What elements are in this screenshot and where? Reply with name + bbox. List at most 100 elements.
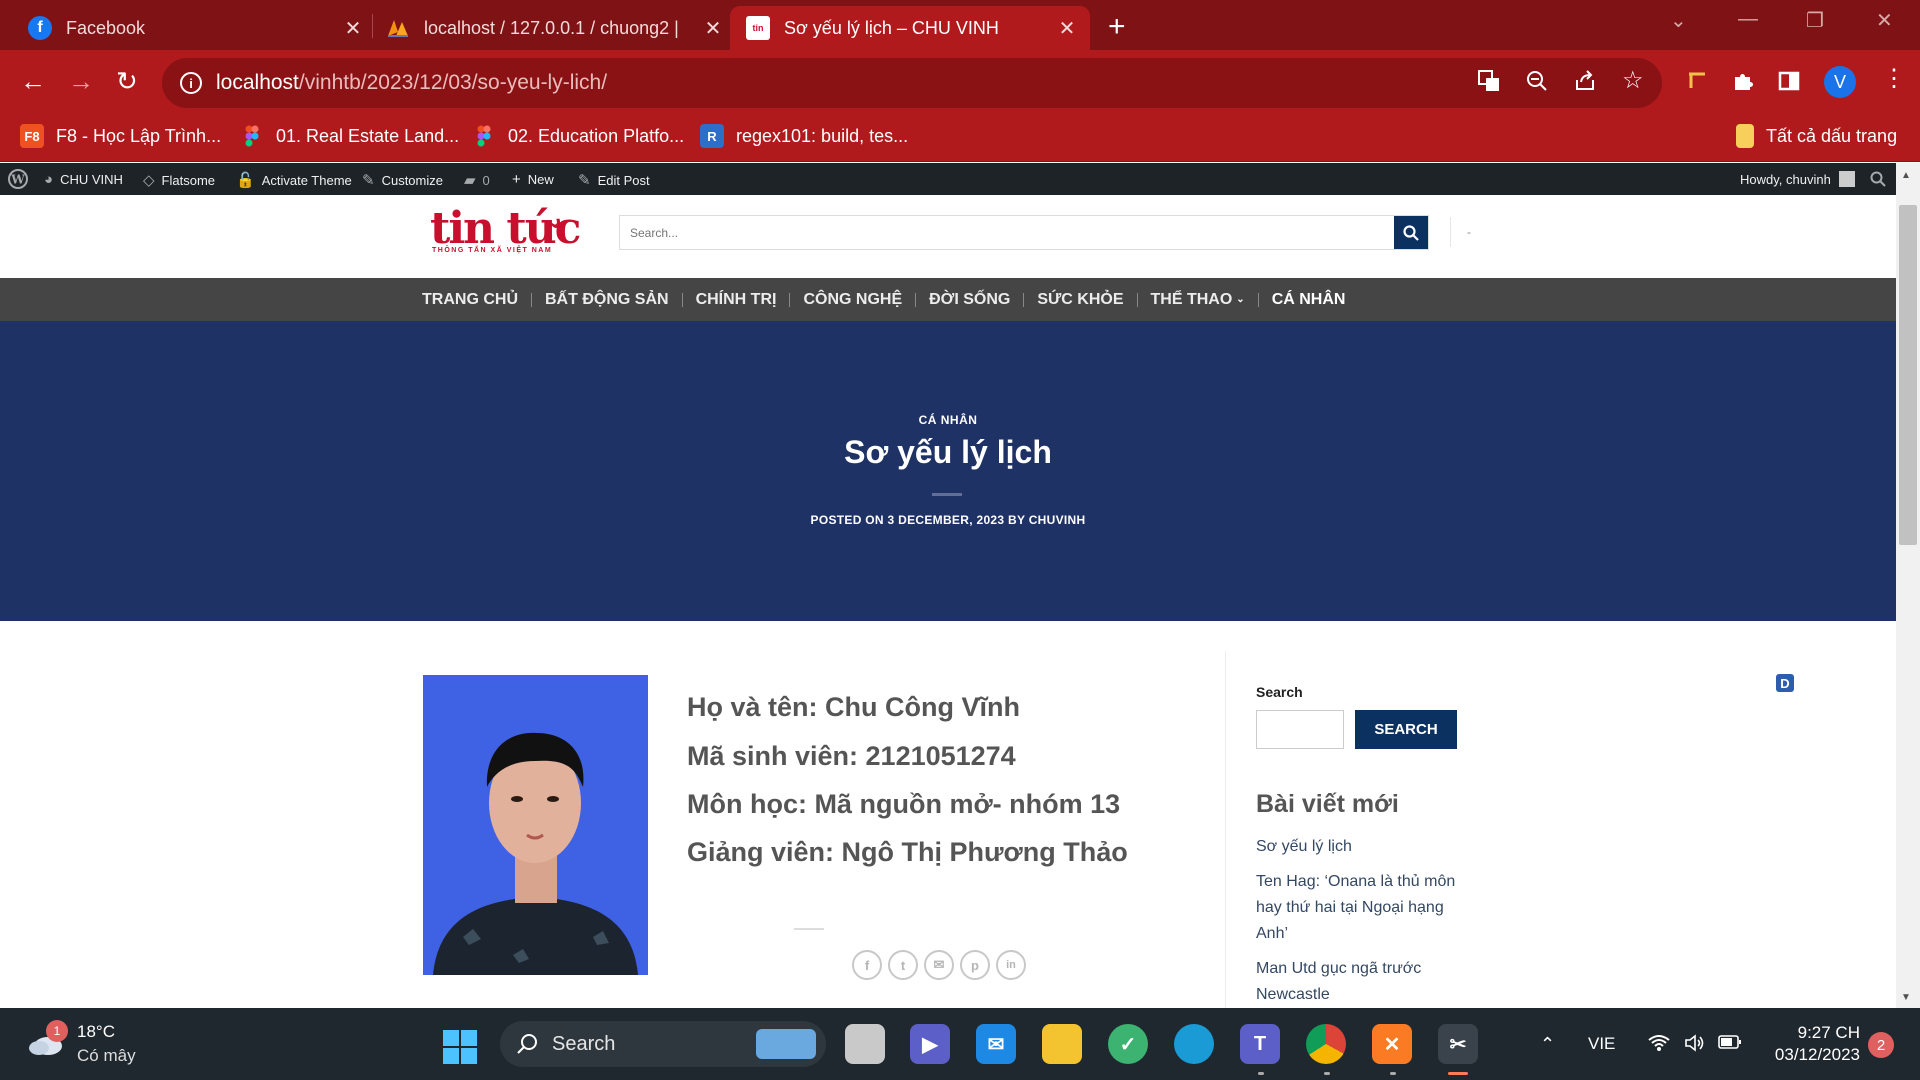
lock-icon: 🔓 [236,172,255,189]
translate-icon[interactable] [1478,70,1500,92]
post-category[interactable]: CÁ NHÂN [0,413,1896,427]
back-icon[interactable]: ← [20,66,46,97]
admin-activate-theme[interactable]: 🔓 Activate Theme [236,171,352,189]
menu-kebab-icon[interactable]: ⋮ [1882,64,1906,93]
share-linkedin-icon[interactable]: in [996,950,1026,980]
battery-icon[interactable] [1718,1034,1742,1050]
admin-flatsome[interactable]: ◇ Flatsome [143,171,215,189]
tab-facebook[interactable]: f Facebook ✕ [14,6,364,50]
mail-icon[interactable]: ✉ [976,1024,1016,1064]
header-search-button[interactable] [1394,216,1428,249]
taskbar-search[interactable]: Search [500,1021,826,1067]
bookmark-education[interactable]: 02. Education Platfo... [472,124,684,148]
nav-doi-song[interactable]: ĐỜI SỐNG [929,291,1010,309]
meet-chat-icon[interactable]: ▶ [910,1024,950,1064]
volume-icon[interactable] [1684,1034,1706,1052]
post-hero: CÁ NHÂN Sơ yếu lý lịch POSTED ON 3 DECEM… [0,321,1896,621]
admin-theme-label: Flatsome [161,172,216,188]
bookmark-regex101[interactable]: R regex101: build, tes... [700,124,908,148]
content-divider [794,928,824,930]
minimize-icon[interactable]: — [1738,8,1758,31]
admin-howdy[interactable]: Howdy, chuvinh [1740,171,1855,187]
weather-temp[interactable]: 18°C [77,1022,115,1042]
extension-ruler-icon[interactable] [1686,70,1708,92]
admin-edit-post[interactable]: ✎ Edit Post [578,171,650,189]
header-search-input[interactable] [620,216,1394,249]
site-logo-tagline: THÔNG TẤN XÃ VIỆT NAM [432,247,553,254]
chevron-up-icon[interactable]: ⌃ [1540,1034,1555,1055]
scroll-up-icon[interactable]: ▲ [1901,170,1911,181]
share-email-icon[interactable]: ✉ [924,950,954,980]
teams-icon[interactable]: T [1240,1024,1280,1064]
chrome-icon[interactable] [1306,1024,1346,1064]
admin-edit-label: Edit Post [597,172,650,188]
info-ho-ten: Họ và tên: Chu Công Vĩnh [687,692,1020,722]
recent-post-link[interactable]: Sơ yếu lý lịch [1256,834,1466,860]
task-view-icon[interactable] [845,1024,885,1064]
nav-the-thao[interactable]: THỂ THAO ⌄ [1151,291,1245,309]
extensions-puzzle-icon[interactable] [1732,70,1754,92]
share-pinterest-icon[interactable]: p [960,950,990,980]
sidebar-search-input[interactable] [1256,710,1344,749]
address-bar[interactable]: i localhost/vinhtb/2023/12/03/so-yeu-ly-… [162,58,1662,108]
windows-start-icon[interactable] [443,1030,477,1064]
site-logo[interactable]: tin tức [430,207,581,251]
greenshot-icon[interactable]: ✓ [1108,1024,1148,1064]
nav-suc-khoe[interactable]: SỨC KHỎE [1037,291,1123,309]
snipping-tool-icon[interactable]: ✂ [1438,1024,1478,1064]
share-facebook-icon[interactable]: f [852,950,882,980]
nav-ca-nhan[interactable]: CÁ NHÂN [1272,291,1346,309]
language-indicator[interactable]: VIE [1588,1034,1615,1054]
nav-bat-dong-san[interactable]: BẤT ĐỘNG SẢN [545,291,669,309]
profile-avatar[interactable]: V [1824,66,1856,98]
weather-condition[interactable]: Có mây [77,1046,136,1066]
restore-icon[interactable]: ❐ [1806,8,1824,33]
notification-badge[interactable]: 2 [1868,1032,1894,1058]
admin-site-name[interactable]: ◕ CHU VINH [44,171,123,188]
scrollbar-thumb[interactable] [1899,205,1917,545]
wordpress-logo-icon[interactable]: W [8,169,28,189]
close-icon[interactable]: ✕ [1056,16,1078,41]
admin-comments[interactable]: ▰ 0 [464,171,490,189]
share-icon[interactable] [1574,70,1596,92]
figma-icon [472,124,496,148]
close-icon[interactable]: ✕ [342,16,364,41]
site-info-icon[interactable]: i [180,72,202,94]
bookmark-star-icon[interactable]: ☆ [1622,66,1644,95]
nav-cong-nghe[interactable]: CÔNG NGHỆ [803,291,902,309]
scroll-down-icon[interactable]: ▼ [1901,992,1911,1003]
share-twitter-icon[interactable]: t [888,950,918,980]
admin-customize[interactable]: ✎ Customize [362,171,443,189]
tab-phpmyadmin[interactable]: localhost / 127.0.0.1 / chuong2 | ✕ [372,6,724,50]
forward-icon[interactable]: → [68,66,94,97]
sidebar-search-button[interactable]: SEARCH [1355,710,1457,749]
floating-d-badge[interactable]: D [1776,674,1794,692]
zoom-icon[interactable] [1526,70,1548,92]
admin-search-icon[interactable] [1870,171,1886,187]
tab-so-yeu-ly-lich[interactable]: tin Sơ yếu lý lịch – CHU VINH ✕ [730,6,1090,50]
wifi-icon[interactable] [1648,1034,1670,1052]
xampp-icon[interactable]: ✕ [1372,1024,1412,1064]
file-explorer-icon[interactable] [1042,1024,1082,1064]
profile-photo [423,675,648,975]
nav-trang-chu[interactable]: TRANG CHỦ [422,291,518,309]
weather-badge: 1 [46,1020,68,1042]
close-window-icon[interactable]: ✕ [1876,8,1893,33]
admin-new[interactable]: + New [512,171,554,188]
all-bookmarks[interactable]: Tất cả dấu trang [1736,124,1897,148]
bookmark-f8[interactable]: F8 F8 - Học Lập Trình... [20,124,221,148]
regex101-icon: R [700,124,724,148]
bookmark-real-estate[interactable]: 01. Real Estate Land... [240,124,459,148]
edge-icon[interactable] [1174,1024,1214,1064]
nav-chinh-tri[interactable]: CHÍNH TRỊ [696,291,777,309]
tab-search-icon[interactable]: ⌄ [1670,8,1687,33]
recent-post-link[interactable]: Ten Hag: ‘Onana là thủ môn hay thứ hai t… [1256,869,1466,947]
taskbar-clock[interactable]: 9:27 CH 03/12/2023 [1760,1022,1860,1066]
side-panel-icon[interactable] [1778,70,1800,92]
new-tab-button[interactable]: + [1108,10,1126,44]
reload-icon[interactable]: ↻ [116,66,138,97]
bookmark-label: F8 - Học Lập Trình... [56,125,222,146]
recent-post-link[interactable]: Man Utd gục ngã trước Newcastle [1256,956,1466,1008]
nav-separator [681,292,683,307]
close-icon[interactable]: ✕ [702,16,724,41]
